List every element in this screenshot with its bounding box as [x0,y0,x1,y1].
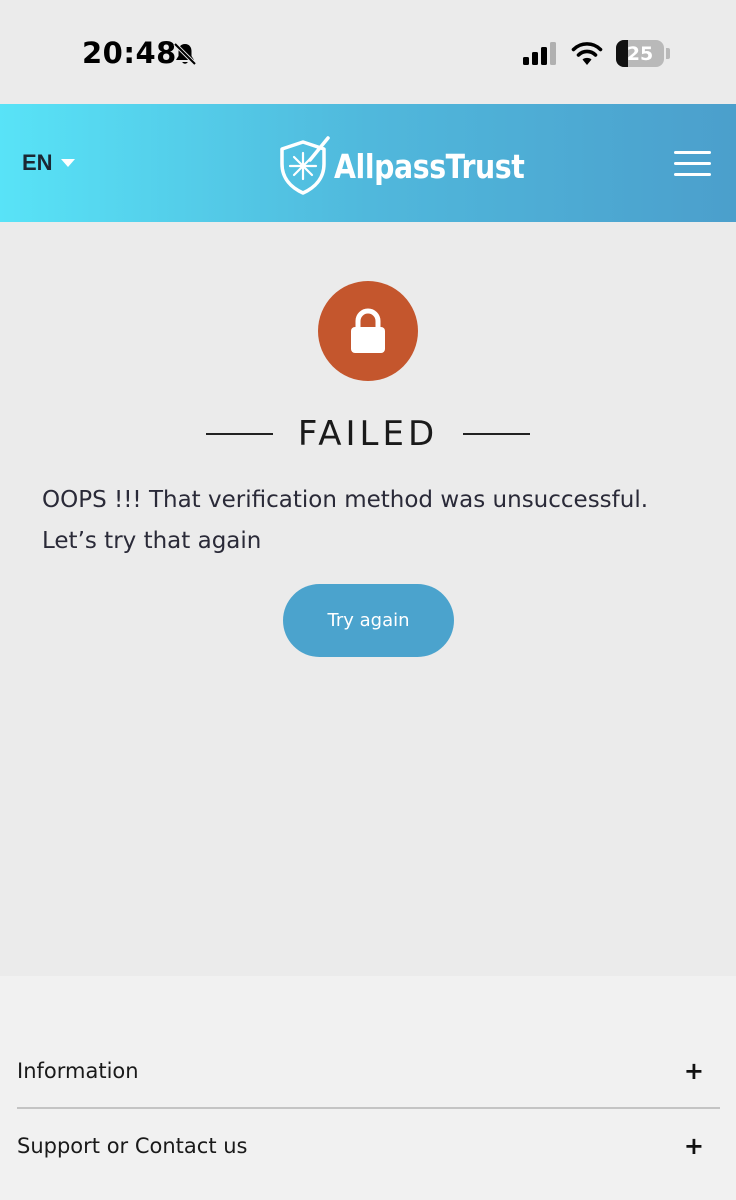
status-title: FAILED [297,414,439,454]
menu-bar [674,151,711,154]
battery-icon: 25 [616,40,664,67]
title-divider-left [206,433,273,435]
language-selector[interactable]: EN [22,150,75,176]
menu-bar [674,162,711,165]
plus-icon: + [683,1132,704,1160]
shield-logo-icon [280,136,330,195]
footer-information-toggle[interactable]: Information + [17,1034,720,1108]
site-header: EN AllpassTrust [0,104,736,222]
plus-icon: + [683,1057,704,1085]
footer-section-label: Information [17,1059,139,1083]
brand-logo[interactable]: AllpassTrust [276,136,555,196]
battery-cap [666,48,670,59]
failure-message: OOPS !!! That verification method was un… [42,487,649,554]
caret-down-icon [60,159,75,167]
site-footer: Information + Support or Contact us + [0,976,736,1200]
lock-badge [318,281,418,381]
signal-icon [523,42,556,65]
title-divider-right [462,433,530,435]
lock-icon [351,308,385,353]
status-heading: FAILED [206,412,530,456]
bell-off-icon [173,42,197,66]
battery-level: 25 [626,42,654,65]
footer-support-toggle[interactable]: Support or Contact us + [17,1109,720,1183]
page: 20:48 25 EN AllpassTrust FAILED OOPS !!!… [0,0,736,1200]
try-again-button[interactable]: Try again [283,584,454,657]
hamburger-menu-button[interactable] [670,146,716,180]
language-label: EN [22,150,53,175]
wifi-icon [571,42,603,65]
status-bar: 20:48 25 [0,0,736,104]
brand-name: AllpassTrust [334,146,525,186]
verification-result: FAILED OOPS !!! That verification method… [0,222,736,976]
status-time: 20:48 [82,36,177,70]
footer-section-label: Support or Contact us [17,1134,248,1158]
menu-bar [674,173,711,176]
